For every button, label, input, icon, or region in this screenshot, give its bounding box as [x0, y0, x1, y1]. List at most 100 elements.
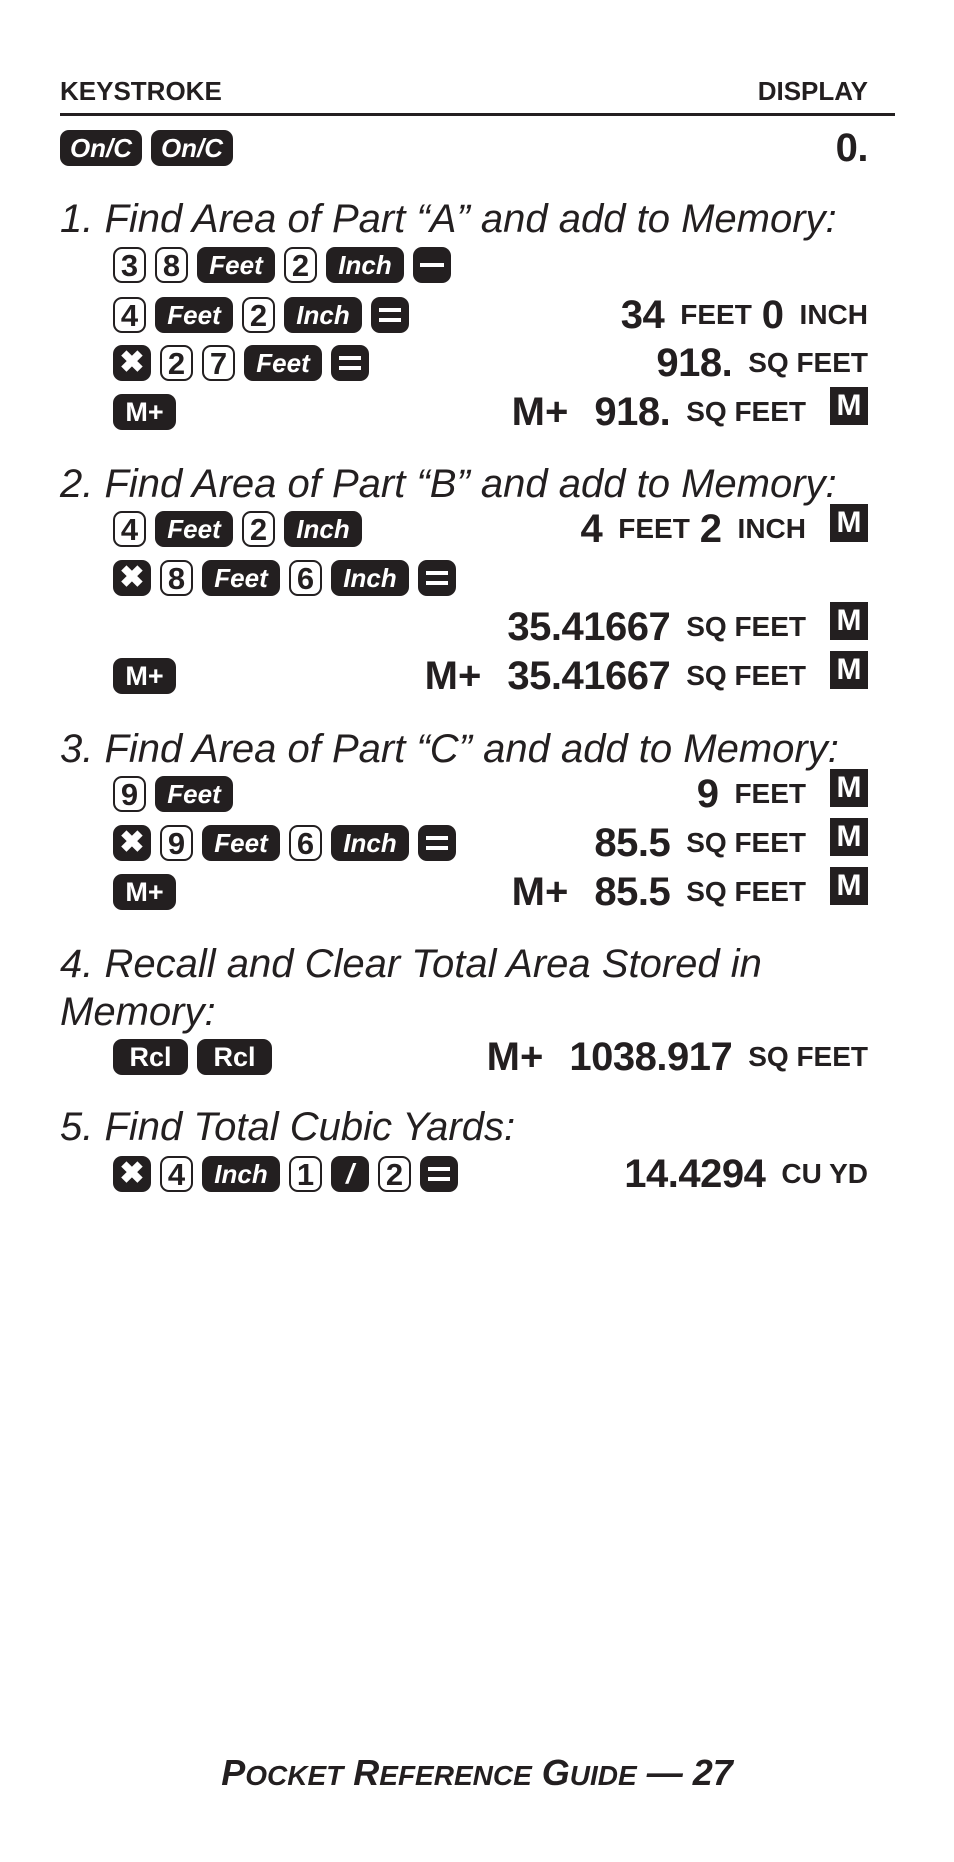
- equals-icon: [426, 836, 448, 850]
- key-2[interactable]: 2: [242, 511, 275, 547]
- footer-initial: P: [221, 1752, 246, 1793]
- feet-key[interactable]: Feet: [202, 825, 280, 861]
- footer-smallcaps: OCKET: [245, 1760, 344, 1791]
- display-readout: 34 FEET 0 INCH: [620, 293, 868, 337]
- feet-key[interactable]: Feet: [155, 511, 233, 547]
- step-heading: 5. Find Total Cubic Yards:: [60, 1105, 516, 1149]
- keystroke-group: M+: [113, 393, 176, 431]
- feet-key[interactable]: Feet: [197, 247, 275, 283]
- step-heading: 4. Recall and Clear Total Area Stored in: [60, 942, 762, 986]
- key-8[interactable]: 8: [155, 247, 188, 283]
- fraction-slash-icon: /: [346, 1158, 354, 1189]
- display-value: 4: [580, 507, 603, 551]
- display-readout: 4 FEET 2 INCH M: [580, 504, 868, 551]
- step-row: ✖ 2 7 Feet 918. SQ FEET: [0, 341, 954, 385]
- display-readout: M+ 918. SQ FEET M: [512, 387, 868, 432]
- equals-key[interactable]: [420, 1156, 458, 1192]
- keystroke-group: ✖ 8 Feet 6 Inch: [113, 559, 456, 597]
- page-number: — 27: [646, 1752, 733, 1793]
- display-unit: FEET: [618, 513, 690, 544]
- inch-key[interactable]: Inch: [331, 560, 409, 596]
- step-heading-continued: Memory:: [60, 990, 216, 1034]
- manual-page: KEYSTROKE DISPLAY On/C On/C 0. 1. Find Area…: [0, 0, 954, 1862]
- inch-key[interactable]: Inch: [284, 297, 362, 333]
- equals-icon: [428, 1167, 450, 1181]
- key-2[interactable]: 2: [378, 1156, 411, 1192]
- keystroke-group: ✖ 9 Feet 6 Inch: [113, 824, 456, 862]
- key-2[interactable]: 2: [160, 345, 193, 381]
- equals-key[interactable]: [331, 345, 369, 381]
- keystroke-group: 4 Feet 2 Inch: [113, 510, 362, 548]
- minus-key[interactable]: [413, 247, 451, 283]
- feet-key[interactable]: Feet: [155, 776, 233, 812]
- key-6[interactable]: 6: [289, 560, 322, 596]
- keystroke-group: ✖ 4 Inch 1 / 2: [113, 1155, 458, 1193]
- equals-key[interactable]: [418, 560, 456, 596]
- fraction-key[interactable]: /: [331, 1156, 369, 1192]
- display-readout: 0.: [836, 128, 869, 168]
- feet-key[interactable]: Feet: [202, 560, 280, 596]
- key-4[interactable]: 4: [113, 297, 146, 333]
- recall-key[interactable]: Rcl: [113, 1039, 188, 1075]
- display-unit: INCH: [737, 513, 806, 544]
- keystroke-header: KEYSTROKE: [60, 76, 222, 106]
- memory-plus-key[interactable]: M+: [113, 874, 176, 910]
- inch-key[interactable]: Inch: [202, 1156, 280, 1192]
- display-unit: INCH: [799, 299, 868, 330]
- keystroke-group: 3 8 Feet 2 Inch: [113, 246, 451, 284]
- key-8[interactable]: 8: [160, 560, 193, 596]
- footer-smallcaps: EFERENCE: [379, 1760, 532, 1791]
- equals-key[interactable]: [371, 297, 409, 333]
- step-row: M+ M+ 35.41667 SQ FEET M: [0, 651, 954, 697]
- key-3[interactable]: 3: [113, 247, 146, 283]
- memory-indicator-icon: M: [830, 602, 868, 640]
- feet-key[interactable]: Feet: [244, 345, 322, 381]
- recall-key[interactable]: Rcl: [197, 1039, 272, 1075]
- feet-key[interactable]: Feet: [155, 297, 233, 333]
- inch-key[interactable]: Inch: [331, 825, 409, 861]
- equals-icon: [426, 571, 448, 585]
- memory-plus-key[interactable]: M+: [113, 658, 176, 694]
- key-6[interactable]: 6: [289, 825, 322, 861]
- multiply-key[interactable]: ✖: [113, 345, 151, 381]
- keystroke-group: 4 Feet 2 Inch: [113, 296, 409, 334]
- on-clear-key[interactable]: On/C: [60, 130, 142, 166]
- step-row: 35.41667 SQ FEET M: [0, 602, 954, 648]
- display-value: 34: [620, 293, 665, 337]
- keystroke-group: 9 Feet: [113, 775, 233, 813]
- equals-key[interactable]: [418, 825, 456, 861]
- key-2[interactable]: 2: [242, 297, 275, 333]
- multiply-key[interactable]: ✖: [113, 825, 151, 861]
- display-header: DISPLAY: [757, 76, 868, 106]
- multiply-key[interactable]: ✖: [113, 1156, 151, 1192]
- key-9[interactable]: 9: [113, 776, 146, 812]
- key-4[interactable]: 4: [113, 511, 146, 547]
- multiply-icon: ✖: [119, 346, 145, 379]
- display-unit: SQ FEET: [748, 347, 868, 378]
- display-value: 85.5: [594, 821, 671, 865]
- inch-key[interactable]: Inch: [284, 511, 362, 547]
- header-rule: [60, 113, 895, 116]
- display-value: 918.: [656, 341, 733, 385]
- display-readout: 85.5 SQ FEET M: [594, 818, 868, 865]
- display-value: 2: [699, 507, 722, 551]
- keystroke-group: M+: [113, 657, 176, 695]
- minus-icon: [420, 263, 444, 267]
- multiply-icon: ✖: [119, 561, 145, 594]
- step-heading: 2. Find Area of Part “B” and add to Memo…: [60, 462, 837, 506]
- on-clear-key[interactable]: On/C: [151, 130, 233, 166]
- display-value: 9: [696, 772, 719, 816]
- key-1[interactable]: 1: [289, 1156, 322, 1192]
- inch-key[interactable]: Inch: [326, 247, 404, 283]
- key-4[interactable]: 4: [160, 1156, 193, 1192]
- key-9[interactable]: 9: [160, 825, 193, 861]
- step-row: ✖ 8 Feet 6 Inch: [0, 559, 954, 599]
- memory-plus-key[interactable]: M+: [113, 394, 176, 430]
- multiply-key[interactable]: ✖: [113, 560, 151, 596]
- display-value: 0: [761, 293, 784, 337]
- key-2[interactable]: 2: [284, 247, 317, 283]
- page-footer: POCKET REFERENCE GUIDE — 27: [0, 1752, 954, 1794]
- column-header: KEYSTROKE DISPLAY: [60, 76, 895, 116]
- key-7[interactable]: 7: [202, 345, 235, 381]
- display-value: 1038.917: [569, 1035, 733, 1079]
